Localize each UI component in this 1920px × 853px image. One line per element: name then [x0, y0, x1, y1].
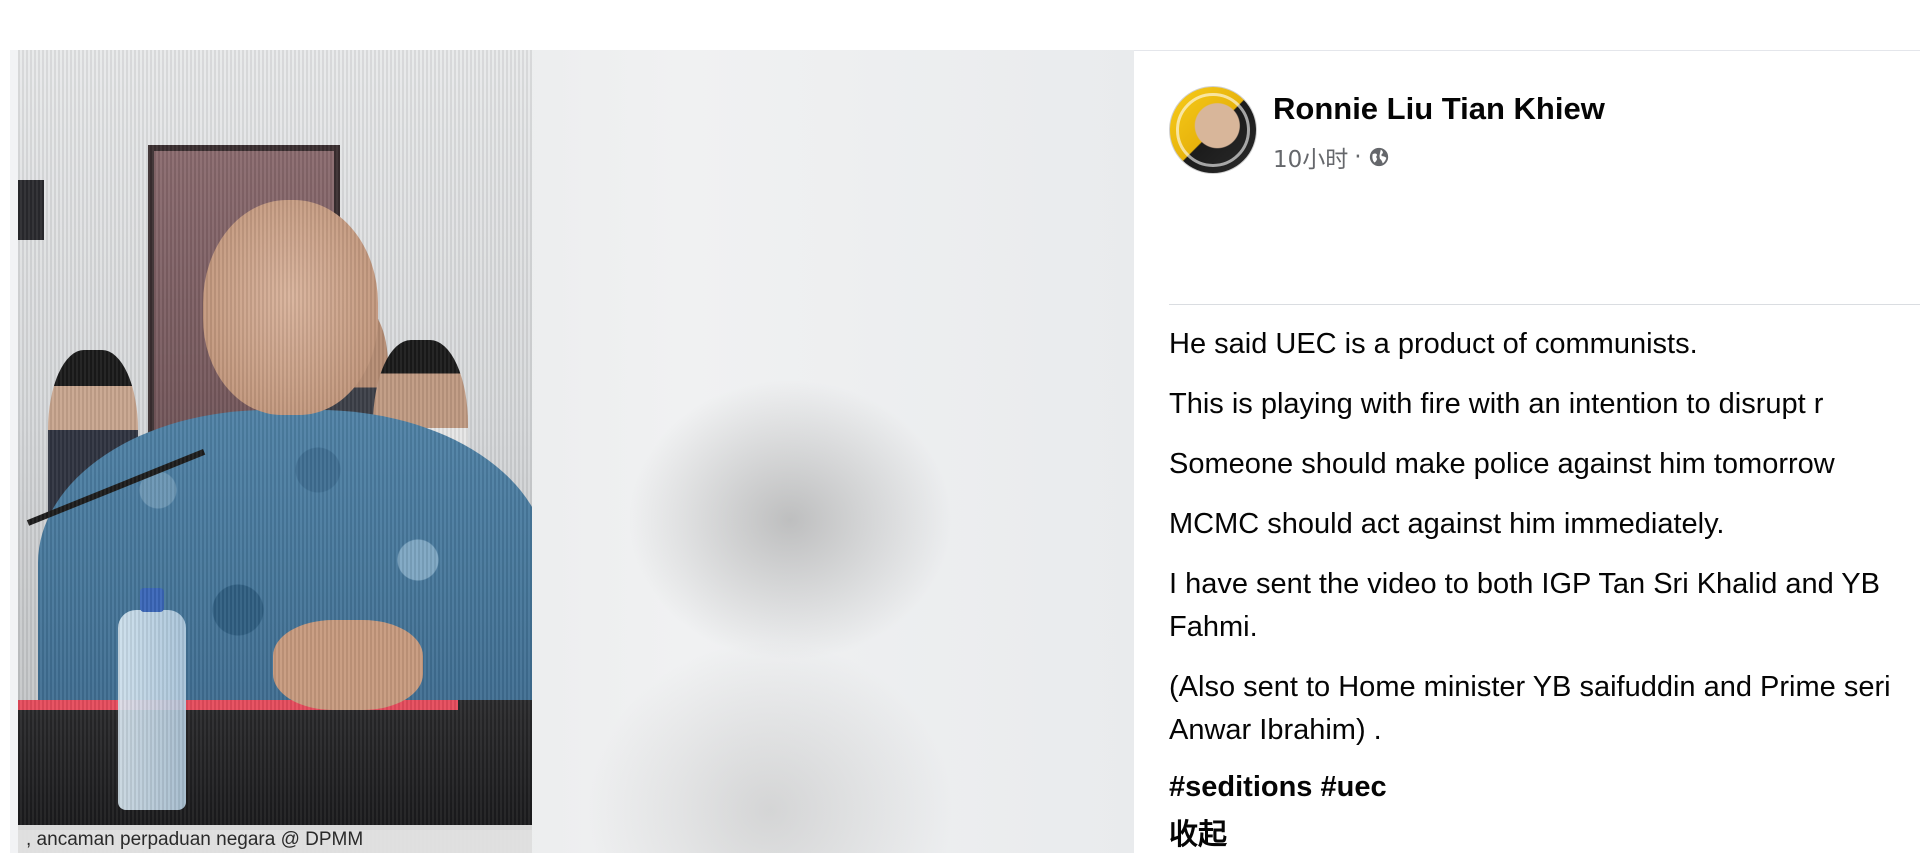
media-viewer[interactable]: , ancaman perpaduan negara @ DPMM	[10, 50, 1134, 853]
photo-speaker	[18, 180, 44, 240]
post-body: He said UEC is a product of communists. …	[1169, 323, 1920, 769]
photo-hand	[273, 620, 423, 710]
post-meta: 10小时 ·	[1273, 140, 1390, 174]
post-paragraph: This is playing with fire with an intent…	[1169, 388, 1824, 420]
photo-main-person-head	[203, 200, 378, 415]
photo-main-person-shirt	[38, 410, 532, 750]
globe-icon[interactable]	[1368, 146, 1390, 168]
post-hashtags[interactable]: #seditions #uec	[1169, 771, 1387, 804]
photo-table	[18, 700, 532, 830]
post-paragraph: He said UEC is a product of communists.	[1169, 328, 1698, 360]
photo-water-bottle	[118, 588, 186, 810]
photo-caption: , ancaman perpaduan negara @ DPMM	[26, 829, 364, 850]
post-time[interactable]: 10小时	[1273, 140, 1348, 174]
post-paragraph: (Also sent to Home minister YB saifuddin…	[1169, 671, 1891, 746]
meta-separator: ·	[1354, 144, 1362, 170]
page: , ancaman perpaduan negara @ DPMM Ronnie…	[0, 0, 1920, 853]
photo-caption-strip: , ancaman perpaduan negara @ DPMM	[18, 825, 532, 853]
author-avatar[interactable]	[1169, 86, 1257, 174]
post-paragraph: Someone should make police against him t…	[1169, 448, 1835, 480]
see-less-button[interactable]: 收起	[1169, 811, 1227, 853]
post-paragraph: MCMC should act against him immediately.	[1169, 508, 1725, 540]
avatar-ring	[1176, 93, 1250, 167]
post-panel: Ronnie Liu Tian Khiew 10小时 · He said UEC…	[1134, 50, 1920, 853]
post-paragraph: I have sent the video to both IGP Tan Sr…	[1169, 568, 1880, 643]
header-divider	[1169, 304, 1920, 305]
post-photo[interactable]: , ancaman perpaduan negara @ DPMM	[18, 50, 532, 853]
author-name[interactable]: Ronnie Liu Tian Khiew	[1273, 91, 1605, 127]
